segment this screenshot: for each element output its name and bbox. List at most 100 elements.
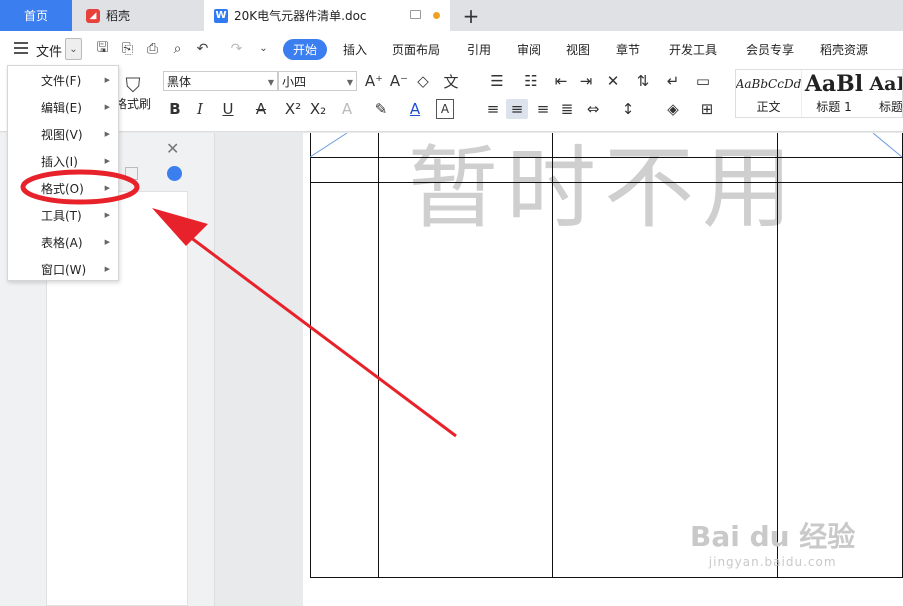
quick-access-more-icon[interactable]: ⌄ xyxy=(255,40,272,57)
italic-icon[interactable]: I xyxy=(190,99,210,119)
font-family-value: 黑体 xyxy=(167,74,192,89)
bullet-list-icon[interactable]: ☰ xyxy=(484,71,510,91)
assistant-icon[interactable] xyxy=(167,166,182,181)
font-size-select[interactable]: 小四 ▼ xyxy=(278,71,357,91)
monitor-icon[interactable] xyxy=(410,10,421,19)
unsaved-dot-icon xyxy=(433,12,440,19)
submenu-arrow-icon: ▶ xyxy=(104,238,110,246)
menu-item-table[interactable]: 表格(A) ▶ xyxy=(8,229,118,256)
text-effect-icon[interactable]: A xyxy=(334,99,360,119)
tab-home[interactable]: 首页 xyxy=(0,0,72,31)
tab-document-label: 20K电气元器件清单.doc xyxy=(234,9,367,23)
submenu-arrow-icon: ▶ xyxy=(104,184,110,192)
menu-item-label: 文件(F) xyxy=(41,74,82,88)
plus-icon: + xyxy=(462,3,480,28)
menu-item-tools[interactable]: 工具(T) ▶ xyxy=(8,202,118,229)
menu-item-edit[interactable]: 编辑(E) ▶ xyxy=(8,94,118,121)
diagonal-line xyxy=(309,133,348,158)
tab-home-label: 首页 xyxy=(23,9,48,23)
menu-item-window[interactable]: 窗口(W) ▶ xyxy=(8,256,118,283)
submenu-arrow-icon: ▶ xyxy=(104,103,110,111)
chevron-down-icon: ▼ xyxy=(346,78,353,87)
tab-developer[interactable]: 开发工具 xyxy=(669,39,717,60)
phonetic-guide-icon[interactable]: 文 xyxy=(438,71,464,91)
brush-icon: ⛉ xyxy=(125,73,141,97)
menu-item-label: 窗口(W) xyxy=(41,263,87,277)
diagonal-line xyxy=(872,133,903,158)
menu-item-label: 表格(A) xyxy=(41,236,83,250)
menu-item-format[interactable]: 格式(O) ▶ xyxy=(8,175,118,202)
writer-logo-icon: W xyxy=(214,8,228,23)
export-pdf-icon[interactable]: ⎘ xyxy=(119,40,136,57)
style-heading-1-name: 标题 1 xyxy=(816,100,852,114)
tab-insert[interactable]: 插入 xyxy=(343,39,367,60)
submenu-arrow-icon: ▶ xyxy=(104,130,110,138)
highlight-icon[interactable]: ✎ xyxy=(367,99,395,119)
new-tab-button[interactable]: + xyxy=(458,0,484,31)
menu-item-view[interactable]: 视图(V) ▶ xyxy=(8,121,118,148)
tab-daoke-resources[interactable]: 稻壳资源 xyxy=(820,39,868,60)
underline-icon[interactable]: U xyxy=(214,99,242,119)
tab-references[interactable]: 引用 xyxy=(467,39,491,60)
print-preview-icon[interactable]: ⌕ xyxy=(169,40,186,57)
menu-item-label: 视图(V) xyxy=(41,128,83,142)
tab-start[interactable]: 开始 xyxy=(283,39,328,60)
ruler-icon[interactable]: ▭ xyxy=(692,71,714,91)
grow-font-icon[interactable]: A⁺ xyxy=(364,71,384,91)
superscript-icon[interactable]: X² xyxy=(282,99,304,119)
style-heading-1[interactable]: AaBl 标题 1 xyxy=(803,70,865,117)
font-size-value: 小四 xyxy=(282,74,307,89)
style-normal-name: 正文 xyxy=(756,100,781,114)
tab-daoke[interactable]: ◢ 稻壳 xyxy=(74,0,200,31)
increase-indent-icon[interactable]: ⇥ xyxy=(576,71,596,91)
menu-item-label: 格式(O) xyxy=(41,182,84,196)
clear-format-icon[interactable]: ◇ xyxy=(413,71,433,91)
tab-member[interactable]: 会员专享 xyxy=(746,39,794,60)
tab-chapter[interactable]: 章节 xyxy=(616,39,640,60)
style-normal[interactable]: AaBbCcDd 正文 xyxy=(736,70,802,117)
shrink-font-icon[interactable]: A⁻ xyxy=(389,71,409,91)
decrease-indent-icon[interactable]: ⇤ xyxy=(551,71,571,91)
bold-icon[interactable]: B xyxy=(165,99,185,119)
tab-view[interactable]: 视图 xyxy=(566,39,590,60)
menu-row: 文件 ⌄ 🖫 ⎘ ⎙ ⌕ ↶ ↷ ⌄ 开始 插入 页面布局 引用 审阅 视图 章… xyxy=(0,31,903,67)
undo-icon[interactable]: ↶ xyxy=(194,40,211,57)
numbered-list-icon[interactable]: ☷ xyxy=(518,71,544,91)
font-family-select[interactable]: 黑体 ▼ xyxy=(163,71,278,91)
submenu-arrow-icon: ▶ xyxy=(104,157,110,165)
strikethrough-icon[interactable]: A xyxy=(247,99,275,119)
submenu-arrow-icon: ▶ xyxy=(104,265,110,273)
chinese-layout-icon[interactable]: ✕ xyxy=(600,71,626,91)
redo-icon[interactable]: ↷ xyxy=(228,40,245,57)
style-heading[interactable]: AaB 标题 xyxy=(866,70,903,117)
format-brush-button[interactable]: ⛉ 格式刷 xyxy=(113,73,153,112)
show-marks-icon[interactable]: ↵ xyxy=(660,71,686,91)
tab-bar: 首页 ◢ 稻壳 W 20K电气元器件清单.doc + xyxy=(0,0,903,31)
brand-watermark-title: Bai du 经验 xyxy=(690,520,856,553)
menu-item-insert[interactable]: 插入(I) ▶ xyxy=(8,148,118,175)
chevron-down-icon: ▼ xyxy=(267,78,274,87)
tab-daoke-label: 稻壳 xyxy=(106,9,131,23)
subscript-icon[interactable]: X₂ xyxy=(307,99,329,119)
style-heading-name: 标题 xyxy=(878,100,903,114)
save-icon[interactable]: 🖫 xyxy=(94,40,111,57)
submenu-arrow-icon: ▶ xyxy=(104,76,110,84)
chevron-down-icon[interactable]: ⌄ xyxy=(65,38,82,60)
menu-item-label: 工具(T) xyxy=(41,209,82,223)
menu-item-file[interactable]: 文件(F) ▶ xyxy=(8,67,118,94)
submenu-arrow-icon: ▶ xyxy=(104,211,110,219)
tab-review[interactable]: 审阅 xyxy=(517,39,541,60)
hamburger-icon[interactable] xyxy=(14,42,28,54)
pane-option-icon[interactable] xyxy=(125,167,138,180)
tab-page-layout[interactable]: 页面布局 xyxy=(392,39,440,60)
styles-gallery: AaBbCcDd 正文 AaBl 标题 1 AaB 标题 xyxy=(735,69,903,118)
daoke-logo-icon: ◢ xyxy=(86,8,100,23)
file-dropdown-menu: 文件(F) ▶ 编辑(E) ▶ 视图(V) ▶ 插入(I) ▶ 格式(O) ▶ 工具(T)… xyxy=(7,65,119,281)
sort-icon[interactable]: ⇅ xyxy=(633,71,653,91)
style-heading-1-preview: AaBl xyxy=(804,71,864,97)
tab-document[interactable]: W 20K电气元器件清单.doc xyxy=(204,0,450,31)
file-menu-button[interactable]: 文件 xyxy=(36,41,62,60)
print-icon[interactable]: ⎙ xyxy=(144,40,161,57)
close-icon[interactable]: ✕ xyxy=(166,139,179,158)
brand-watermark-url: jingyan.baidu.com xyxy=(708,555,837,569)
